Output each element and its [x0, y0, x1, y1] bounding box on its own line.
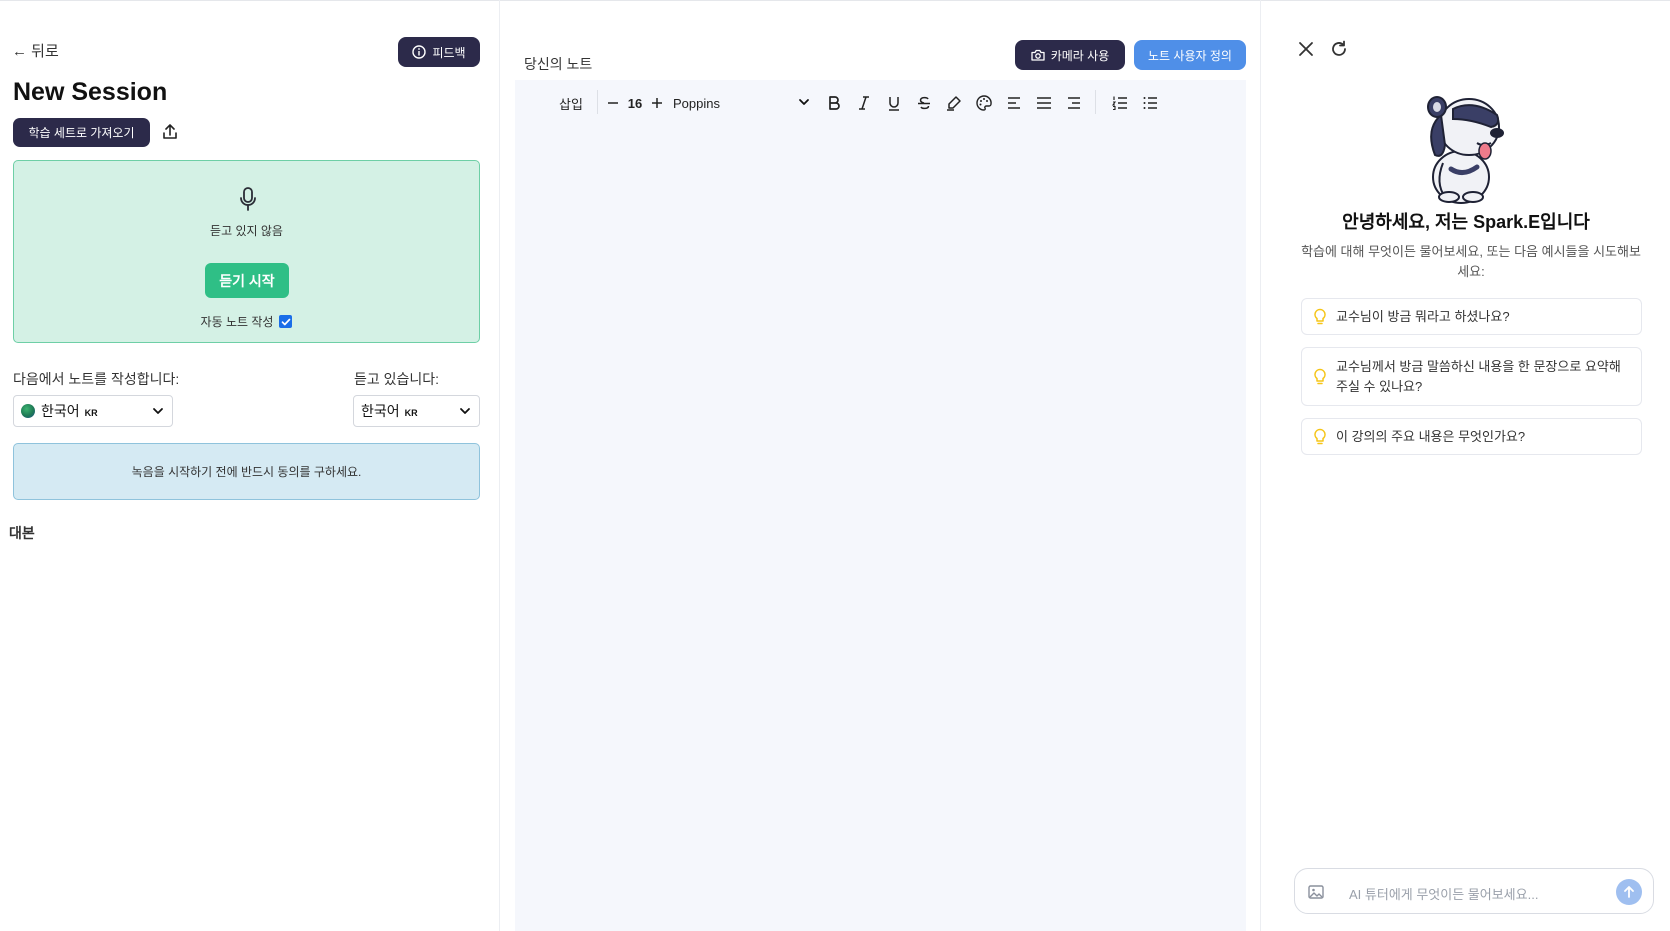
align-right-icon — [1068, 97, 1080, 109]
auto-note-row: 자동 노트 작성 — [14, 313, 479, 330]
highlighter-button[interactable] — [944, 94, 964, 112]
feedback-label: 피드백 — [432, 45, 466, 60]
note-language-select[interactable]: 한국어 KR — [13, 395, 173, 427]
page-title: New Session — [13, 78, 168, 106]
bullet-list-icon — [1143, 97, 1157, 109]
underline-icon — [889, 97, 899, 111]
underline-button[interactable] — [884, 94, 904, 112]
note-editor-body[interactable] — [515, 125, 1246, 931]
consent-text: 녹음을 시작하기 전에 반드시 동의를 구하세요. — [131, 465, 362, 479]
lightbulb-icon — [1314, 368, 1326, 384]
close-icon[interactable] — [1297, 40, 1315, 58]
align-center-button[interactable] — [1034, 94, 1054, 112]
bold-button[interactable] — [824, 94, 844, 112]
note-editor: 삽입 16 Poppins — [515, 80, 1246, 931]
ai-tutor-panel: 안녕하세요, 저는 Spark.E입니다 학습에 대해 무엇이든 물어보세요, … — [1260, 0, 1670, 931]
strikethrough-icon — [918, 96, 930, 110]
font-family-select[interactable]: Poppins — [673, 94, 813, 112]
info-icon — [412, 45, 427, 59]
chat-placeholder: AI 튜터에게 무엇이든 물어보세요... — [1349, 887, 1539, 902]
note-language-code: KR — [84, 407, 98, 418]
import-to-study-set-button[interactable]: 학습 세트로 가져오기 — [13, 118, 150, 147]
notes-panel: 당신의 노트 카메라 사용 노트 사용자 정의 삽입 16 Poppins — [500, 0, 1260, 931]
italic-icon — [859, 96, 869, 110]
listen-language-code: KR — [404, 407, 418, 418]
listen-language-value: 한국어 — [361, 403, 400, 419]
use-camera-button[interactable]: 카메라 사용 — [1015, 40, 1125, 70]
camera-label: 카메라 사용 — [1050, 48, 1110, 63]
customize-notes-button[interactable]: 노트 사용자 정의 — [1134, 40, 1246, 70]
chevron-down-icon — [460, 408, 470, 414]
font-size-increase-button[interactable] — [648, 94, 666, 112]
text-color-button[interactable] — [974, 94, 994, 112]
camera-icon — [1031, 49, 1045, 61]
ordered-list-icon — [1111, 96, 1127, 111]
listen-language-select[interactable]: 한국어 KR — [353, 395, 480, 427]
globe-icon — [21, 404, 35, 418]
suggestion-item[interactable]: 교수님께서 방금 말씀하신 내용을 한 문장으로 요약해 주실 수 있나요? — [1301, 347, 1642, 406]
toolbar-divider — [1095, 90, 1096, 114]
notes-title: 당신의 노트 — [524, 56, 593, 72]
lightbulb-icon — [1314, 428, 1326, 444]
ordered-list-button[interactable] — [1110, 94, 1130, 112]
image-upload-icon[interactable] — [1307, 883, 1325, 901]
back-link[interactable]: ← 뒤로 — [12, 40, 59, 61]
send-button[interactable] — [1616, 879, 1642, 905]
suggestion-text: 이 강의의 주요 내용은 무엇인가요? — [1336, 428, 1526, 444]
palette-icon — [976, 95, 992, 111]
font-family-value: Poppins — [673, 95, 720, 111]
listen-status-text: 듣고 있지 않음 — [210, 224, 283, 238]
italic-button[interactable] — [854, 94, 874, 112]
strikethrough-button[interactable] — [914, 94, 934, 112]
check-icon — [281, 318, 291, 325]
plus-icon — [652, 98, 662, 108]
greeting-title: 안녕하세요, 저는 Spark.E입니다 — [1342, 212, 1590, 232]
transcript-label: 대본 — [9, 525, 35, 541]
font-size-decrease-button[interactable] — [604, 94, 622, 112]
insert-menu[interactable]: 삽입 — [558, 94, 584, 112]
arrow-up-icon — [1624, 886, 1634, 898]
session-panel: ← 뒤로 피드백 New Session 학습 세트로 가져오기 듣고 있지 않… — [0, 0, 500, 931]
bullet-list-button[interactable] — [1140, 94, 1160, 112]
greeting-subtitle: 학습에 대해 무엇이든 물어보세요, 또는 다음 예시들을 시도해보세요: — [1301, 244, 1641, 279]
mascot-dog-illustration — [1427, 96, 1504, 204]
suggestion-item[interactable]: 이 강의의 주요 내용은 무엇인가요? — [1301, 418, 1642, 455]
listen-card: 듣고 있지 않음 듣기 시작 자동 노트 작성 — [13, 160, 480, 343]
note-language-value: 한국어 — [41, 403, 80, 419]
chat-input[interactable]: AI 튜터에게 무엇이든 물어보세요... — [1294, 868, 1654, 914]
auto-note-checkbox[interactable] — [279, 315, 293, 328]
minus-icon — [608, 102, 618, 104]
align-center-icon — [1037, 97, 1051, 109]
share-icon[interactable] — [160, 122, 180, 142]
chevron-down-icon — [799, 99, 809, 105]
bold-icon — [829, 96, 840, 110]
feedback-button[interactable]: 피드백 — [398, 37, 480, 67]
chevron-down-icon — [153, 408, 163, 414]
microphone-icon — [240, 187, 256, 211]
lightbulb-icon — [1314, 308, 1326, 324]
font-size-value[interactable]: 16 — [624, 94, 646, 112]
suggestion-item[interactable]: 교수님이 방금 뭐라고 하셨나요? — [1301, 298, 1642, 335]
refresh-icon[interactable] — [1329, 39, 1349, 59]
consent-notice: 녹음을 시작하기 전에 반드시 동의를 구하세요. — [13, 443, 480, 500]
suggestion-text: 교수님이 방금 뭐라고 하셨나요? — [1336, 308, 1510, 324]
align-left-icon — [1008, 97, 1020, 109]
start-listening-button[interactable]: 듣기 시작 — [205, 263, 289, 298]
auto-note-label: 자동 노트 작성 — [200, 315, 274, 329]
suggestion-text: 교수님께서 방금 말씀하신 내용을 한 문장으로 요약해 주실 수 있나요? — [1336, 358, 1621, 394]
editor-toolbar: 삽입 16 Poppins — [515, 80, 1246, 125]
align-left-button[interactable] — [1004, 94, 1024, 112]
note-language-label: 다음에서 노트를 작성합니다: — [13, 371, 180, 387]
toolbar-divider — [597, 90, 598, 114]
highlighter-icon — [947, 96, 961, 111]
align-right-button[interactable] — [1064, 94, 1084, 112]
listen-language-label: 듣고 있습니다: — [354, 371, 440, 387]
